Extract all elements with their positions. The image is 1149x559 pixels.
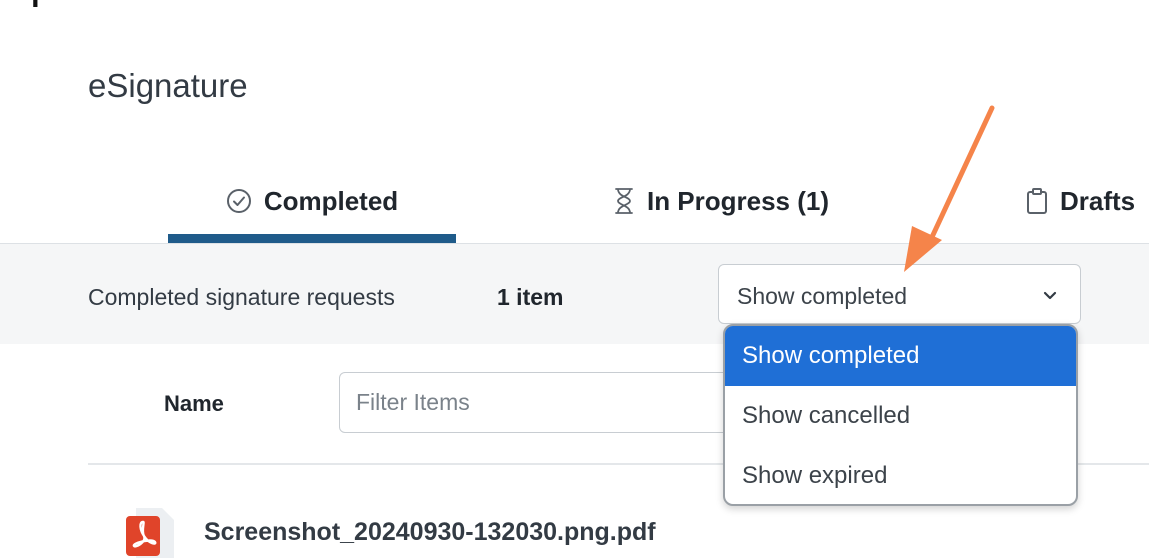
tab-completed-label: Completed	[263, 185, 399, 216]
option-show-expired[interactable]: Show expired	[725, 446, 1076, 504]
tab-drafts-label: Drafts	[1060, 185, 1136, 216]
select-current-value: Show completed	[737, 283, 908, 309]
pdf-file-icon	[124, 504, 180, 559]
cropped-glyph-icon: p	[30, 0, 57, 6]
toolbar-label: Completed signature requests	[88, 284, 395, 310]
hourglass-icon	[613, 187, 635, 215]
item-count: 1 item	[497, 284, 564, 310]
tab-completed[interactable]: Completed	[168, 160, 456, 242]
file-row[interactable]: Screenshot_20240930-132030.png.pdf	[124, 500, 1024, 559]
tab-in-progress-label: In Progress (1)	[646, 185, 830, 216]
clipboard-icon	[1026, 187, 1048, 215]
tab-in-progress[interactable]: In Progress (1)	[576, 160, 866, 242]
name-column-header[interactable]: Name	[164, 391, 224, 417]
active-tab-indicator	[168, 234, 456, 243]
page-title: eSignature	[88, 67, 248, 104]
filter-items-input[interactable]	[339, 372, 739, 433]
esignature-page: p eSignature Completed In Progress (1)	[0, 0, 1149, 559]
file-name[interactable]: Screenshot_20240930-132030.png.pdf	[204, 518, 656, 547]
option-show-cancelled[interactable]: Show cancelled	[725, 386, 1076, 446]
option-show-completed[interactable]: Show completed	[725, 326, 1076, 386]
tab-drafts[interactable]: Drafts	[1010, 160, 1149, 242]
annotation-arrow-icon	[904, 105, 995, 272]
chevron-down-icon	[1042, 289, 1058, 307]
check-circle-icon	[226, 188, 252, 214]
status-filter-dropdown: Show completed Show cancelled Show expir…	[723, 324, 1078, 506]
top-cropped-strip: p	[0, 0, 1149, 10]
